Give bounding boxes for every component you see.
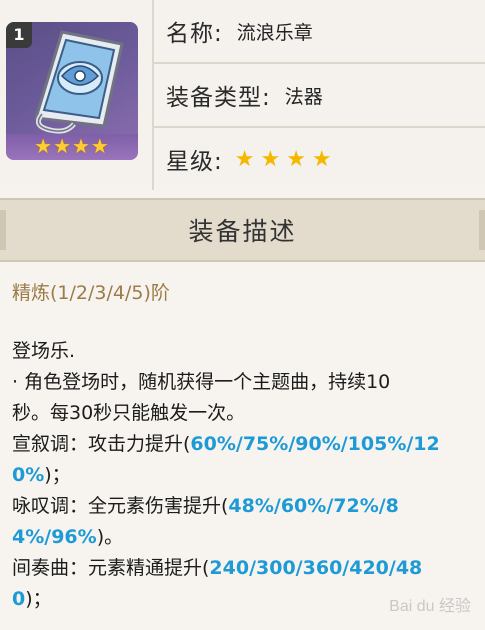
item-card[interactable]: 1 ★★★★ [6, 22, 138, 160]
description-body: 登场乐. · 角色登场时，随机获得一个主题曲，持续10 秒。每30秒只能触发一次… [12, 336, 472, 615]
type-value: 法器 [284, 85, 323, 108]
recitative-suffix: )； [44, 464, 71, 486]
description-panel: 精炼(1/2/3/4/5)阶 登场乐. · 角色登场时，随机获得一个主题曲，持续… [0, 262, 485, 630]
recitative-line: 宣叙调：攻击力提升(60%/75%/90%/105%/12 0%)； [12, 429, 472, 491]
name-row: 名称: 流浪乐章 [154, 0, 485, 64]
card-star-rating: ★★★★ [34, 134, 110, 158]
header-right-cap [479, 210, 485, 250]
header-left-cap [0, 210, 6, 250]
name-label: 名称: [166, 21, 223, 47]
section-title: 装备描述 [188, 217, 297, 246]
section-header: 装备描述 [0, 198, 485, 262]
aria-line: 咏叹调：全元素伤害提升(48%/60%/72%/8 4%/96%)。 [12, 491, 472, 553]
rarity-label: 星级: [166, 149, 223, 175]
rarity-row: 星级: ★★★★ [154, 128, 485, 190]
name-value: 流浪乐章 [236, 21, 313, 44]
aria-suffix: )。 [96, 526, 124, 548]
recitative-prefix: 宣叙调：攻击力提升( [12, 433, 191, 455]
watermark: Bai du 经验 [389, 598, 471, 615]
passive-title: 登场乐. [12, 340, 76, 362]
passive-text: · 角色登场时，随机获得一个主题曲，持续10 秒。每30秒只能触发一次。 [12, 371, 391, 424]
type-label: 装备类型: [166, 85, 271, 111]
refinement-levels: 精炼(1/2/3/4/5)阶 [12, 282, 170, 304]
type-row: 装备类型: 法器 [154, 64, 485, 128]
item-info-panel: 1 ★★★★ 名称: 流浪乐章 装备类型: 法器 星级: ★★★★ [0, 0, 485, 190]
interlude-suffix: )； [25, 588, 52, 610]
interlude-prefix: 间奏曲：元素精通提升( [12, 557, 210, 579]
star-icon: ★★★★ [234, 146, 338, 172]
aria-prefix: 咏叹调：全元素伤害提升( [12, 495, 229, 517]
catalyst-icon [34, 30, 124, 134]
